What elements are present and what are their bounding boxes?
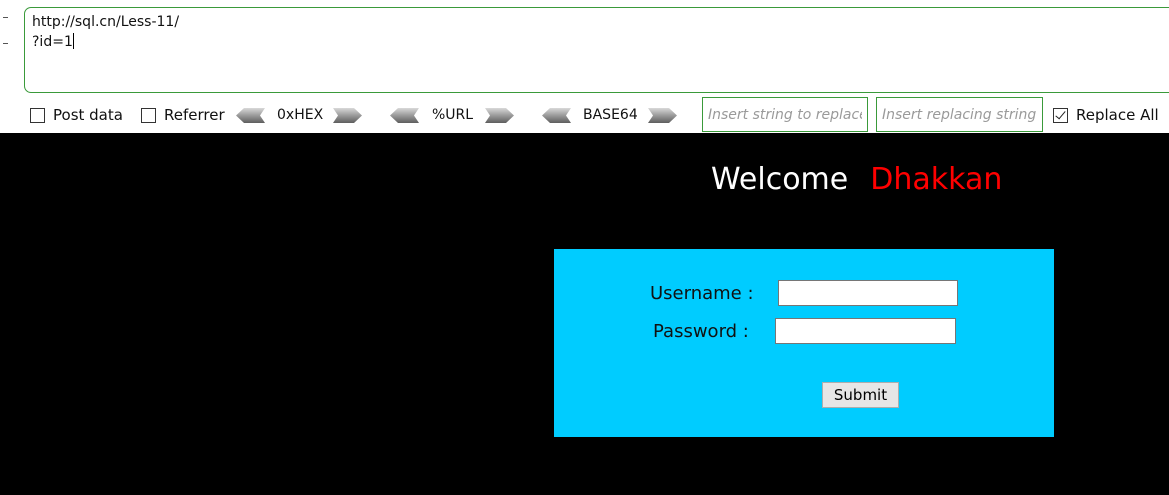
hackbar-toolbar: http://sql.cn/Less-11/ ?id=1 Post data R… xyxy=(0,0,1169,133)
replace-string-input[interactable] xyxy=(876,97,1043,132)
submit-button[interactable]: Submit xyxy=(822,382,899,408)
url-decode-arrow-icon[interactable] xyxy=(390,108,419,123)
hex-label: 0xHEX xyxy=(277,107,324,123)
base64-label: BASE64 xyxy=(583,107,638,123)
username-input[interactable] xyxy=(778,280,958,306)
post-data-label: Post data xyxy=(53,106,123,124)
referrer-label: Referrer xyxy=(164,106,225,124)
password-label: Password : xyxy=(653,321,749,342)
welcome-name: Dhakkan xyxy=(870,162,1003,197)
password-input[interactable] xyxy=(775,318,956,344)
text-caret xyxy=(72,33,74,49)
left-gutter-mark xyxy=(3,43,8,44)
left-gutter-mark xyxy=(3,17,8,18)
welcome-heading: Welcome Dhakkan xyxy=(711,161,1002,199)
replace-all-option[interactable]: Replace All xyxy=(1053,105,1159,125)
post-data-checkbox[interactable] xyxy=(30,107,45,123)
base64-encode-arrow-icon[interactable] xyxy=(648,108,677,123)
url-text: http://sql.cn/Less-11/ ?id=1 xyxy=(32,14,180,50)
url-textarea[interactable]: http://sql.cn/Less-11/ ?id=1 xyxy=(24,7,1169,93)
url-encode-arrow-icon[interactable] xyxy=(485,108,514,123)
referrer-checkbox[interactable] xyxy=(141,107,156,123)
page-content: Welcome Dhakkan Username : Password : Sub… xyxy=(0,133,1169,495)
url-label: %URL xyxy=(432,107,474,123)
login-form: Username : Password : Submit xyxy=(554,249,1054,437)
username-label: Username : xyxy=(650,283,754,304)
welcome-text: Welcome xyxy=(711,162,849,197)
replace-all-checkbox[interactable] xyxy=(1053,107,1068,123)
replace-all-label: Replace All xyxy=(1076,106,1159,124)
hex-encode-arrow-icon[interactable] xyxy=(333,108,362,123)
find-string-input[interactable] xyxy=(702,97,868,132)
hex-decode-arrow-icon[interactable] xyxy=(236,108,265,123)
base64-decode-arrow-icon[interactable] xyxy=(542,108,571,123)
referrer-option[interactable]: Referrer xyxy=(141,105,225,125)
post-data-option[interactable]: Post data xyxy=(30,105,123,125)
